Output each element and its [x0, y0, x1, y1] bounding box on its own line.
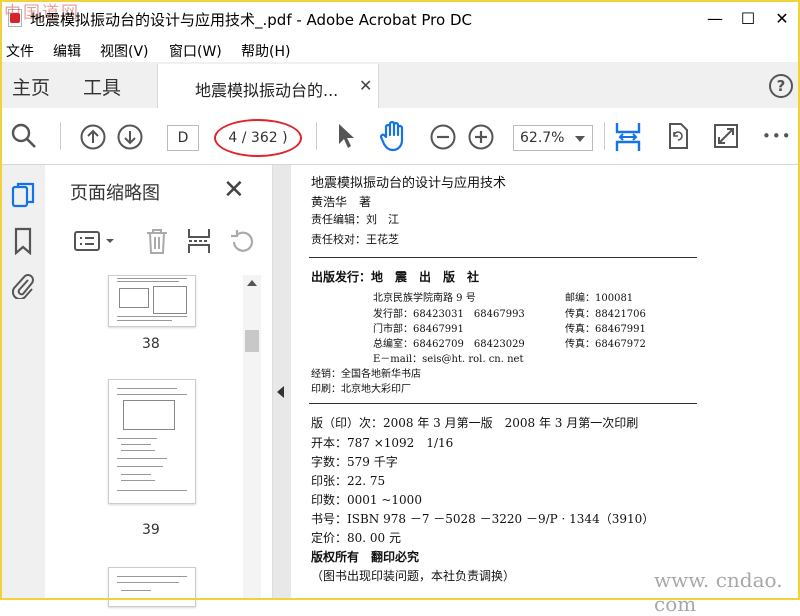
print-run-line: 印数：0001 ~1000	[311, 493, 422, 507]
store-line: 门市部：68467991	[373, 324, 464, 335]
edition-line: 版（印）次：2008 年 3 月第一版 2008 年 3 月第一次印刷	[311, 416, 639, 430]
menu-edit[interactable]: 编辑	[53, 41, 81, 61]
toolbar: D 4 / 362 ) 62.7% •••	[0, 108, 800, 165]
panel-collapse-strip[interactable]	[273, 165, 291, 600]
thumbnail-label: 38	[142, 336, 160, 352]
tab-close-button[interactable]: ✕	[359, 76, 372, 95]
zoom-in-icon[interactable]	[468, 124, 494, 150]
chevron-down-icon	[575, 136, 585, 142]
rotate-icon[interactable]	[666, 122, 690, 150]
toolbar-separator	[60, 122, 61, 150]
options-icon[interactable]	[73, 229, 117, 253]
postcode-line: 邮编：100081	[565, 293, 634, 304]
sales-line: 发行部：68423031 68467993	[373, 309, 525, 320]
price-line: 定价：80. 00 元	[311, 531, 401, 545]
delete-icon[interactable]	[145, 227, 169, 255]
sheets-line: 印张：22. 75	[311, 474, 386, 488]
zoom-select[interactable]: 62.7%	[513, 125, 593, 151]
minimize-button[interactable]: —	[701, 6, 729, 30]
menu-help[interactable]: 帮助(H)	[241, 41, 290, 61]
fit-page-icon[interactable]	[614, 120, 642, 154]
attachment-icon[interactable]	[11, 271, 35, 299]
maximize-button[interactable]: ☐	[734, 6, 762, 30]
book-title: 地震模拟振动台的设计与应用技术	[311, 176, 507, 191]
hand-icon[interactable]	[379, 120, 409, 152]
zoom-out-icon[interactable]	[430, 124, 456, 150]
thumbnail-page-39[interactable]	[108, 379, 196, 504]
tab-tools[interactable]: 工具	[83, 73, 121, 100]
format-line: 开本：787 ×1092 1/16	[311, 436, 454, 450]
editorial-line: 总编室：68462709 68423029	[373, 339, 525, 350]
rights-line: 版权所有 翻印必究	[311, 550, 420, 564]
panel-title: 页面缩略图	[70, 183, 160, 204]
collapse-icon[interactable]	[277, 386, 284, 398]
distributor-line: 经销：全国各地新华书店	[311, 369, 421, 380]
search-icon[interactable]	[10, 122, 38, 150]
window-title: 地震模拟振动台的设计与应用技术_.pdf - Adobe Acrobat Pro…	[30, 11, 472, 29]
arrow-down-icon[interactable]	[117, 124, 143, 150]
thumbnails-panel: 页面缩略图 ✕ 38 39	[45, 165, 273, 607]
page-number-input[interactable]: D	[167, 125, 199, 151]
thumbnail-page-40[interactable]	[108, 567, 196, 607]
proofreader-line: 责任校对：王花芝	[311, 233, 399, 246]
address-line: 北京民族学院南路 9 号	[373, 293, 476, 304]
insert-page-icon[interactable]	[186, 227, 212, 255]
menu-window[interactable]: 窗口(W)	[169, 41, 222, 61]
printer-line: 印刷：北京地大彩印厂	[311, 384, 411, 395]
tab-home[interactable]: 主页	[12, 73, 50, 100]
close-button[interactable]: ✕	[768, 6, 796, 30]
fax-line: 传真：68467972	[565, 339, 646, 350]
tab-bar: 主页 工具 地震模拟振动台的... ✕	[0, 62, 800, 109]
thumbnail-scrollbar[interactable]	[243, 275, 261, 600]
page-count: 4 / 362 )	[214, 119, 302, 157]
cursor-icon[interactable]	[337, 123, 355, 149]
arrow-up-icon[interactable]	[80, 124, 106, 150]
thumbnail-label: 39	[142, 522, 160, 538]
left-rail	[0, 165, 46, 600]
fax-line: 传真：68467991	[565, 324, 646, 335]
editor-line: 责任编辑：刘 江	[311, 213, 399, 226]
scroll-up-icon[interactable]	[247, 280, 257, 286]
undo-icon[interactable]	[229, 229, 255, 255]
watermark-bottom: www. cndao. com	[654, 568, 783, 616]
thumbnails-icon[interactable]	[11, 181, 35, 209]
menu-bar: 文件 编辑 视图(V) 窗口(W) 帮助(H)	[0, 36, 800, 62]
tab-document-label: 地震模拟振动台的...	[195, 81, 339, 100]
divider	[309, 403, 697, 404]
publisher-line: 出版发行：地 震 出 版 社	[311, 270, 480, 284]
toolbar-separator	[316, 122, 317, 150]
words-line: 字数：579 千字	[311, 455, 398, 469]
zoom-value: 62.7%	[520, 130, 565, 146]
scroll-thumb[interactable]	[245, 330, 259, 352]
full-screen-icon[interactable]	[713, 123, 739, 149]
isbn-line: 书号：ISBN 978 －7 －5028 －3220 －9/P · 1344（3…	[311, 512, 655, 526]
tab-document[interactable]: 地震模拟振动台的... ✕	[157, 64, 379, 109]
fax-line: 传真：88421706	[565, 309, 646, 320]
email-line: E－mail：seis@ht. rol. cn. net	[373, 354, 524, 365]
notice-line: （图书出现印装问题，本社负责调换）	[311, 569, 516, 583]
bookmark-icon[interactable]	[13, 227, 33, 255]
panel-close-button[interactable]: ✕	[223, 175, 245, 205]
menu-file[interactable]: 文件	[6, 41, 34, 61]
document-view[interactable]: 地震模拟振动台的设计与应用技术 黄浩华 著 责任编辑：刘 江 责任校对：王花芝 …	[291, 165, 800, 600]
more-icon[interactable]: •••	[762, 127, 792, 145]
author-line: 黄浩华 著	[311, 195, 372, 209]
help-button[interactable]: ?	[769, 74, 793, 98]
thumbnail-page-38[interactable]	[108, 275, 196, 327]
toolbar-separator	[604, 122, 605, 150]
title-bar: 中国道网 地震模拟振动台的设计与应用技术_.pdf - Adobe Acroba…	[0, 0, 800, 36]
divider	[309, 257, 697, 258]
menu-view[interactable]: 视图(V)	[100, 41, 149, 61]
